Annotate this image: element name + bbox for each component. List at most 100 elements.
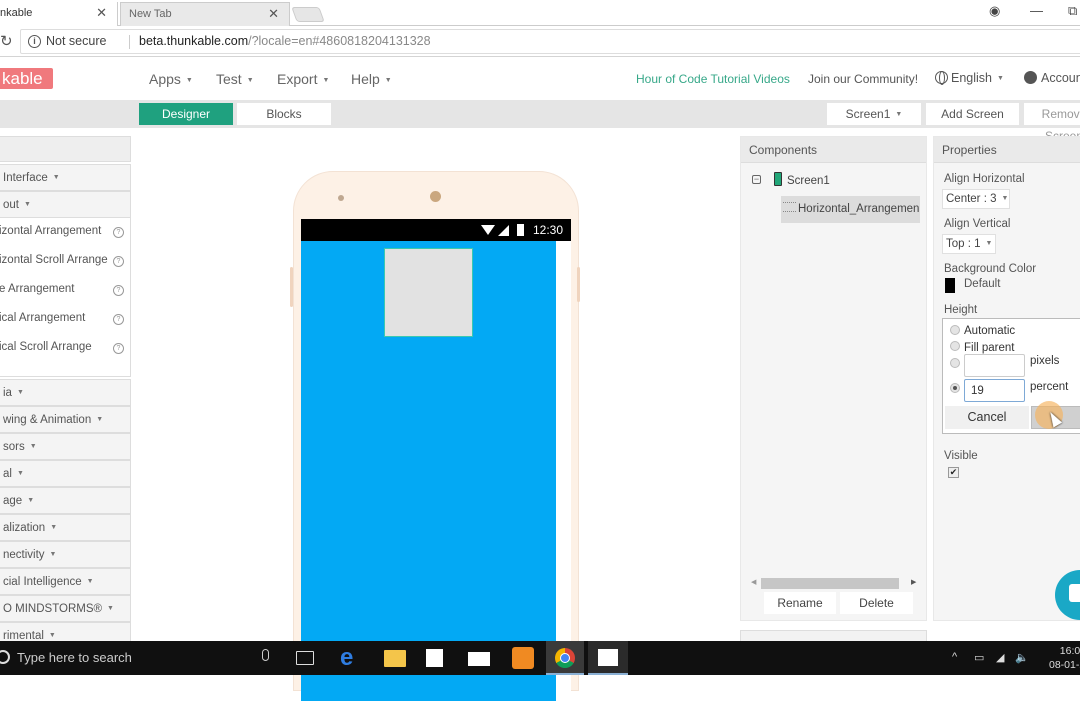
- palette-category-storage[interactable]: age ▼: [0, 487, 131, 514]
- components-horizontal-scrollbar[interactable]: ◀ ▶: [751, 578, 921, 589]
- menu-label: Help: [351, 71, 380, 87]
- layout-component-list: izontal Arrangement? izontal Scroll Arra…: [0, 217, 131, 377]
- color-swatch[interactable]: [945, 278, 955, 293]
- visible-checkbox[interactable]: ✔: [948, 467, 959, 478]
- new-tab-button[interactable]: [291, 7, 325, 22]
- align-vertical-select[interactable]: Top : 1 ▼: [942, 234, 996, 254]
- browser-tab-new-tab[interactable]: New Tab ✕: [120, 2, 290, 26]
- palette-item-vertical-scroll-arrangement[interactable]: ical Scroll Arrange?: [0, 341, 132, 359]
- scroll-left-icon[interactable]: ◀: [751, 578, 756, 586]
- close-tab-icon[interactable]: ✕: [96, 2, 107, 24]
- caret-down-icon: ▼: [16, 389, 24, 396]
- mail-icon[interactable]: [468, 652, 490, 666]
- caret-down-icon: ▼: [985, 240, 993, 247]
- chrome-icon[interactable]: [555, 648, 575, 668]
- palette-category-connectivity[interactable]: nectivity ▼: [0, 541, 131, 568]
- align-horizontal-select[interactable]: Center : 3 ▼: [942, 189, 1010, 209]
- add-screen-button[interactable]: Add Screen: [926, 103, 1019, 125]
- remove-screen-button[interactable]: Remove Screen: [1024, 103, 1080, 143]
- scrollbar-thumb[interactable]: [761, 578, 899, 589]
- caret-down-icon: ▼: [895, 111, 903, 118]
- delete-button[interactable]: Delete: [840, 592, 913, 614]
- battery-tray-icon[interactable]: ▭: [974, 651, 984, 664]
- scroll-right-icon[interactable]: ▶: [911, 578, 916, 586]
- wifi-tray-icon[interactable]: ◢: [996, 651, 1004, 664]
- account-menu[interactable]: Account: [1024, 71, 1080, 85]
- microphone-icon[interactable]: [262, 649, 269, 661]
- menu-export[interactable]: Export ▼: [277, 71, 329, 87]
- palette-category-social[interactable]: al ▼: [0, 460, 131, 487]
- screen-icon: [774, 172, 782, 186]
- palette-item-horizontal-arrangement[interactable]: izontal Arrangement?: [0, 225, 132, 243]
- palette-category-user-interface[interactable]: Interface ▼: [0, 164, 131, 191]
- language-dropdown[interactable]: English ▼: [935, 71, 1004, 85]
- info-icon[interactable]: i: [28, 35, 41, 48]
- edge-browser-icon[interactable]: e: [340, 646, 362, 670]
- palette-category-media[interactable]: ia ▼: [0, 379, 131, 406]
- phone-side-button: [290, 267, 293, 307]
- task-view-icon[interactable]: [296, 651, 314, 665]
- cortana-icon[interactable]: [0, 650, 10, 664]
- horizontal-arrangement-component[interactable]: [384, 248, 473, 337]
- help-icon[interactable]: ?: [113, 314, 124, 325]
- palette-category-layout[interactable]: out ▼: [0, 191, 131, 218]
- uc-browser-icon[interactable]: [512, 647, 534, 669]
- component-tree-screen1[interactable]: Screen1: [787, 175, 830, 187]
- radio-fill-parent[interactable]: [950, 341, 960, 351]
- palette-category-drawing-animation[interactable]: wing & Animation ▼: [0, 406, 131, 433]
- phone-camera-dot: [430, 191, 441, 202]
- restore-icon[interactable]: ⧉: [1068, 3, 1077, 19]
- system-clock[interactable]: 16:05 08-01-201: [1049, 644, 1080, 672]
- caret-down-icon: ▼: [24, 201, 31, 208]
- taskbar-search-input[interactable]: Type here to search: [17, 650, 132, 665]
- palette-item-vertical-arrangement[interactable]: ical Arrangement?: [0, 312, 132, 330]
- reload-icon[interactable]: ↻: [0, 32, 13, 50]
- radio-percent[interactable]: [950, 383, 960, 393]
- menu-help[interactable]: Help ▼: [351, 71, 392, 87]
- category-label: al: [3, 468, 12, 480]
- store-icon[interactable]: [426, 649, 443, 667]
- menu-apps[interactable]: Apps ▼: [149, 71, 193, 87]
- background-color-value[interactable]: Default: [964, 278, 1000, 290]
- photos-icon[interactable]: [598, 649, 618, 666]
- palette-category-sensors[interactable]: sors ▼: [0, 433, 131, 460]
- volume-icon[interactable]: 🔈: [1015, 651, 1029, 664]
- palette-item-horizontal-scroll-arrangement[interactable]: izontal Scroll Arrange?: [0, 254, 132, 272]
- screen1-canvas[interactable]: [301, 241, 556, 701]
- radio-pixels[interactable]: [950, 358, 960, 368]
- palette-category-visualization[interactable]: alization ▼: [0, 514, 131, 541]
- visible-label: Visible: [944, 450, 978, 462]
- collapse-icon[interactable]: −: [752, 175, 761, 184]
- menu-test[interactable]: Test ▼: [216, 71, 254, 87]
- palette-category-artificial-intelligence[interactable]: cial Intelligence ▼: [0, 568, 131, 595]
- help-icon[interactable]: ?: [113, 285, 124, 296]
- close-tab-icon[interactable]: ✕: [268, 3, 279, 25]
- automatic-label: Automatic: [964, 325, 1016, 337]
- menu-label: Export: [277, 71, 318, 87]
- help-icon[interactable]: ?: [113, 256, 124, 267]
- show-hidden-icons-icon[interactable]: ^: [952, 651, 957, 663]
- blocks-button[interactable]: Blocks: [237, 103, 331, 125]
- tutorial-videos-link[interactable]: Hour of Code Tutorial Videos: [636, 72, 790, 86]
- community-link[interactable]: Join our Community!: [808, 72, 918, 86]
- minimize-icon[interactable]: —: [1030, 3, 1043, 18]
- help-icon[interactable]: ?: [113, 343, 124, 354]
- url-input[interactable]: i Not secure beta.thunkable.com/?locale=…: [20, 29, 1080, 54]
- thunkable-logo[interactable]: kable: [0, 68, 53, 89]
- component-tree-horizontal-arrangement[interactable]: Horizontal_Arrangemen: [781, 196, 920, 223]
- rename-button[interactable]: Rename: [764, 592, 836, 614]
- pixels-input[interactable]: [964, 354, 1025, 377]
- designer-button[interactable]: Designer: [139, 103, 233, 125]
- screen-select[interactable]: Screen1 ▼: [827, 103, 921, 125]
- caret-down-icon: ▼: [50, 524, 58, 531]
- file-explorer-icon[interactable]: [384, 650, 406, 667]
- profile-icon[interactable]: ◉: [989, 3, 1000, 19]
- height-cancel-button[interactable]: Cancel: [945, 406, 1029, 429]
- radio-automatic[interactable]: [950, 325, 960, 335]
- percent-input[interactable]: [964, 379, 1025, 402]
- browser-tab-thunkable[interactable]: nkable ✕: [0, 2, 118, 26]
- item-label: izontal Arrangement: [0, 225, 102, 237]
- palette-item-table-arrangement[interactable]: e Arrangement?: [0, 283, 132, 301]
- palette-category-lego-mindstorms[interactable]: O MINDSTORMS® ▼: [0, 595, 131, 622]
- help-icon[interactable]: ?: [113, 227, 124, 238]
